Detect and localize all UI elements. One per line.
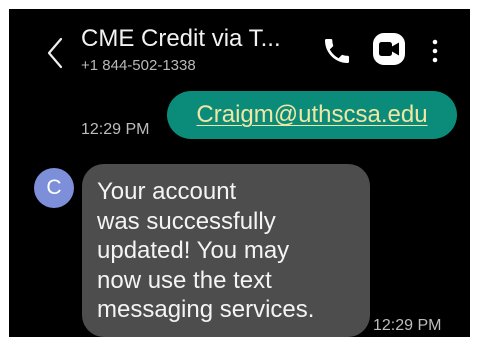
message-timestamp: 12:29 PM (373, 317, 442, 334)
email-link[interactable]: Craigm@uthscsa.edu (196, 101, 427, 129)
message-text: Your account was successfully updated! Y… (97, 178, 315, 323)
video-call-button[interactable] (371, 31, 407, 67)
message-timestamp: 12:29 PM (81, 121, 150, 138)
chevron-left-icon (47, 37, 63, 69)
more-vertical-icon (432, 39, 438, 63)
back-button[interactable] (39, 33, 73, 73)
more-options-button[interactable] (427, 35, 443, 67)
avatar[interactable]: C (34, 168, 74, 208)
phone-number: +1 844-502-1338 (81, 57, 196, 74)
conversation-title[interactable]: CME Credit via T... (81, 25, 281, 53)
avatar-initial: C (46, 176, 62, 199)
conversation-screen: CME Credit via T... +1 844-502-1338 12:2… (9, 9, 470, 337)
incoming-message-bubble[interactable]: Your account was successfully updated! Y… (82, 164, 370, 337)
video-call-icon (373, 33, 405, 65)
outgoing-message-bubble[interactable]: Craigm@uthscsa.edu (167, 91, 457, 139)
call-button[interactable] (321, 35, 353, 67)
phone-icon (325, 39, 349, 63)
